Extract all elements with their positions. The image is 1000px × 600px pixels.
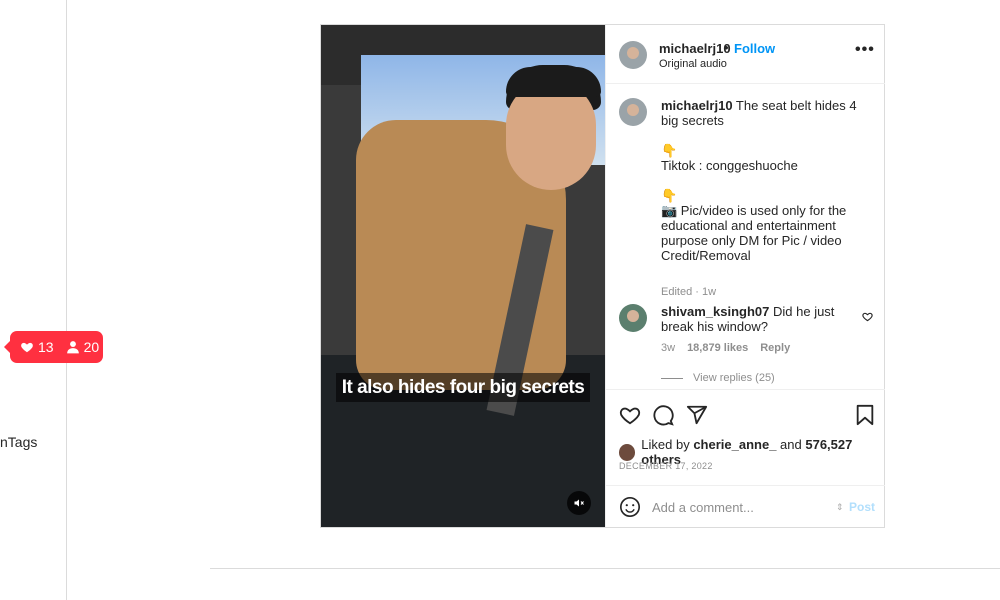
post-video[interactable]: It also hides four big secrets: [321, 25, 605, 527]
post-dialog: It also hides four big secrets michaelrj…: [320, 24, 885, 528]
liker-avatar[interactable]: [619, 443, 636, 461]
author-username[interactable]: michaelrj10: [659, 41, 731, 56]
post-header: michaelrj10 • Follow Original audio •••: [606, 25, 885, 84]
caption-username[interactable]: michaelrj10: [661, 98, 733, 113]
person-hair-top: [506, 67, 601, 97]
caption-author-avatar[interactable]: [619, 98, 647, 126]
sidebar-item-tags[interactable]: nTags: [0, 434, 37, 450]
caption-meta: Edited · 1w: [661, 286, 717, 298]
post-comment-button[interactable]: Post: [849, 500, 875, 514]
post-details-panel: michaelrj10 • Follow Original audio ••• …: [605, 25, 885, 527]
activity-notification-badge[interactable]: 13 20: [4, 331, 103, 363]
resize-grip-icon: ⇕: [836, 502, 844, 512]
heart-icon: [21, 342, 33, 353]
comment-likes[interactable]: 18,879 likes: [687, 342, 748, 354]
comment-input[interactable]: [652, 497, 827, 517]
emoji-icon[interactable]: [619, 496, 641, 518]
audio-label[interactable]: Original audio: [659, 58, 727, 70]
left-sidebar: nTags: [0, 0, 67, 600]
add-comment-bar: ⇕ Post: [606, 485, 885, 528]
more-options-icon[interactable]: •••: [855, 41, 875, 59]
view-replies-label: View replies (25): [693, 372, 775, 384]
comment-icon[interactable]: [651, 403, 675, 427]
reply-button[interactable]: Reply: [760, 342, 790, 354]
video-caption-overlay: It also hides four big secrets: [321, 373, 605, 402]
share-icon[interactable]: [685, 403, 709, 427]
follow-button[interactable]: Follow: [734, 41, 775, 56]
followers-count: 20: [83, 339, 100, 355]
caption-text: michaelrj10 The seat belt hides 4 big se…: [661, 98, 873, 263]
post-date[interactable]: DECEMBER 17, 2022: [619, 461, 713, 471]
comment-text: shivam_ksingh07 Did he just break his wi…: [661, 304, 856, 334]
comments-section: michaelrj10 The seat belt hides 4 big se…: [606, 84, 885, 389]
likes-count: 13: [38, 339, 54, 355]
author-avatar[interactable]: [619, 41, 647, 69]
caption-body: The seat belt hides 4 big secrets 👇 Tikt…: [661, 98, 857, 263]
bookmark-icon[interactable]: [853, 403, 877, 427]
comment-like-icon[interactable]: [862, 311, 873, 325]
page-divider: [210, 568, 1000, 569]
commenter-username[interactable]: shivam_ksingh07: [661, 304, 769, 319]
post-actions: Liked by cherie_anne_ and 576,527 others…: [606, 389, 885, 486]
like-icon[interactable]: [618, 403, 642, 427]
view-replies-button[interactable]: View replies (25): [661, 372, 775, 384]
separator-dot: •: [724, 40, 729, 55]
mute-button[interactable]: [567, 491, 591, 515]
replies-divider: [661, 377, 683, 379]
commenter-avatar[interactable]: [619, 304, 647, 332]
liker-username[interactable]: cherie_anne_: [693, 437, 776, 452]
comment-meta: 3w 18,879 likes Reply: [661, 342, 790, 354]
comment-age: 3w: [661, 342, 676, 354]
speaker-muted-icon: [574, 499, 584, 507]
person-icon: [66, 341, 79, 354]
